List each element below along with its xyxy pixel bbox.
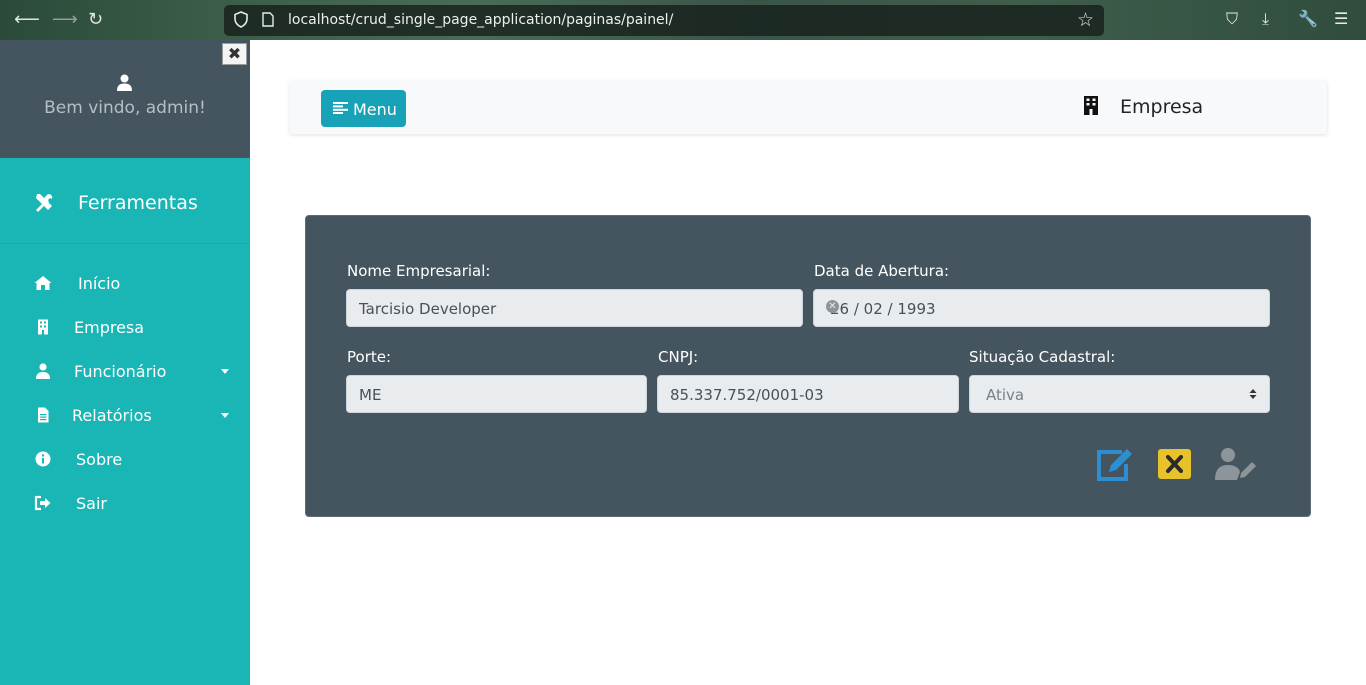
cancel-icon[interactable] <box>1158 449 1191 479</box>
sidebar-item-empresa[interactable]: Empresa <box>0 307 250 347</box>
sidebar-item-label: Relatórios <box>72 406 152 425</box>
tools-title: Ferramentas <box>78 192 198 214</box>
hamburger-icon[interactable]: ☰ <box>1334 9 1348 28</box>
sidebar-item-label: Início <box>78 274 121 293</box>
sidebar-header: Bem vindo, admin! <box>0 40 250 158</box>
home-icon <box>34 276 52 290</box>
sidebar-item-funcionario[interactable]: Funcionário <box>0 351 250 391</box>
situacao-cadastral-select[interactable]: Ativa <box>969 375 1270 413</box>
tools-icon <box>36 194 53 212</box>
address-bar[interactable]: localhost/crud_single_page_application/p… <box>224 5 1104 36</box>
sign-out-icon <box>34 495 51 511</box>
download-icon[interactable]: ⤓ <box>1262 9 1269 29</box>
nome-empresarial-label: Nome Empresarial: <box>347 262 491 280</box>
building-icon <box>38 319 48 335</box>
sidebar: Bem vindo, admin! ✖ Ferramentas Início E… <box>0 40 250 685</box>
wrench-icon[interactable]: 🔧 <box>1298 9 1318 28</box>
browser-toolbar: ⟵ ⟶ ↻ localhost/crud_single_page_applica… <box>0 0 1366 40</box>
cnpj-field[interactable]: 85.337.752/0001-03 <box>657 375 959 413</box>
data-abertura-value: 26 / 02 / 1993 <box>830 300 936 318</box>
porte-value: ME <box>359 386 382 404</box>
sidebar-item-sair[interactable]: Sair <box>0 483 250 523</box>
info-icon <box>35 451 51 467</box>
sidebar-item-relatorios[interactable]: Relatórios <box>0 395 250 435</box>
close-sidebar-button[interactable]: ✖ <box>222 43 247 65</box>
situacao-cadastral-label: Situação Cadastral: <box>969 348 1116 366</box>
situacao-cadastral-value: Ativa <box>986 386 1025 404</box>
edit-icon[interactable] <box>1096 447 1134 481</box>
file-icon <box>38 407 49 423</box>
page-icon <box>262 12 274 27</box>
forward-arrow-icon[interactable]: ⟶ <box>52 10 78 30</box>
company-form-card: Nome Empresarial: Tarcisio Developer Dat… <box>305 215 1311 517</box>
tools-section-header: Ferramentas <box>0 158 250 244</box>
sidebar-item-sobre[interactable]: Sobre <box>0 439 250 479</box>
data-abertura-label: Data de Abertura: <box>814 262 950 280</box>
user-icon <box>36 363 50 379</box>
nome-empresarial-field[interactable]: Tarcisio Developer <box>346 289 803 327</box>
porte-field[interactable]: ME <box>346 375 647 413</box>
data-abertura-field[interactable]: 26 / 02 / 1993 ✕ <box>813 289 1270 327</box>
cnpj-value: 85.337.752/0001-03 <box>670 386 824 404</box>
nome-empresarial-value: Tarcisio Developer <box>359 300 497 318</box>
shield-icon[interactable] <box>234 11 248 28</box>
caret-down-icon <box>221 413 229 418</box>
sidebar-item-label: Sair <box>76 494 107 513</box>
select-arrows-icon <box>1249 389 1257 399</box>
back-arrow-icon[interactable]: ⟵ <box>14 10 40 30</box>
sidebar-item-inicio[interactable]: Início <box>0 263 250 303</box>
user-icon <box>117 74 132 91</box>
sidebar-item-label: Empresa <box>74 318 145 337</box>
url-text[interactable]: localhost/crud_single_page_application/p… <box>288 12 673 28</box>
menu-button[interactable]: Menu <box>321 90 406 127</box>
top-navbar: Menu Empresa <box>290 81 1327 134</box>
sidebar-item-label: Sobre <box>76 450 123 469</box>
clear-icon[interactable]: ✕ <box>826 300 839 313</box>
building-icon <box>1084 96 1098 115</box>
page-title: Empresa <box>1120 96 1204 118</box>
sidebar-item-label: Funcionário <box>74 362 167 381</box>
user-edit-icon[interactable] <box>1215 447 1257 481</box>
porte-label: Porte: <box>347 348 392 366</box>
pocket-icon[interactable]: ⛉ <box>1226 9 1238 29</box>
align-left-icon <box>333 102 348 114</box>
star-icon[interactable]: ☆ <box>1077 9 1094 31</box>
menu-button-label: Menu <box>353 100 397 119</box>
welcome-message: Bem vindo, admin! <box>44 98 206 118</box>
caret-down-icon <box>221 369 229 374</box>
cnpj-label: CNPJ: <box>658 348 699 366</box>
reload-icon[interactable]: ↻ <box>88 10 103 30</box>
